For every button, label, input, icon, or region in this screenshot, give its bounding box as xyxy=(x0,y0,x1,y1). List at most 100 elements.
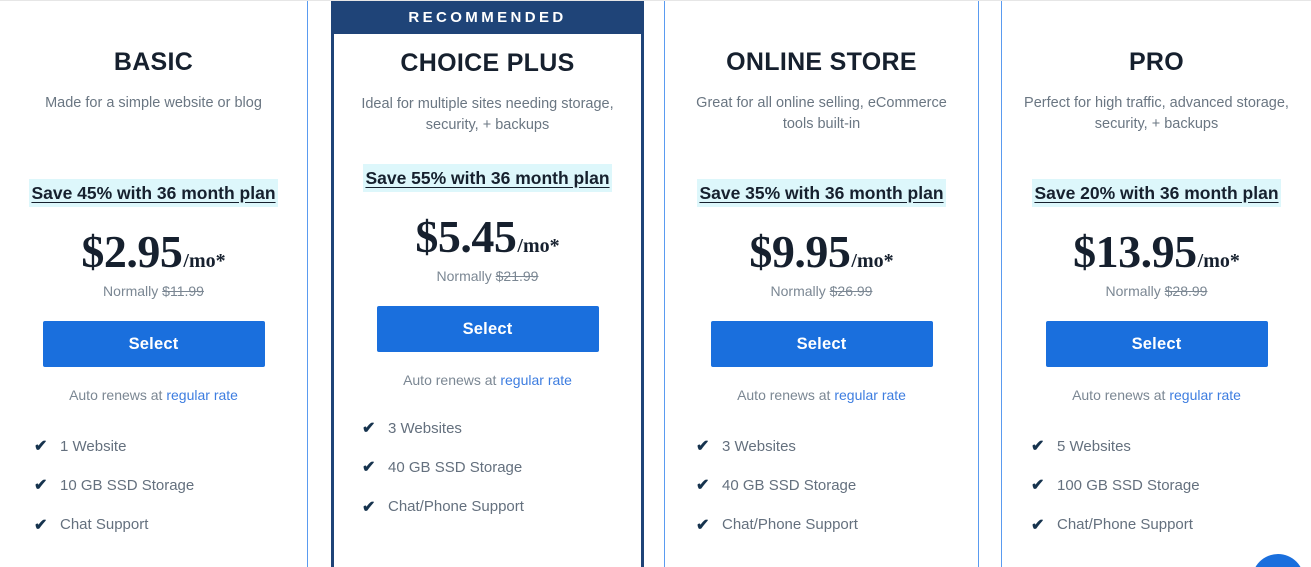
auto-renew-note: Auto renews at regular rate xyxy=(665,387,978,403)
feature-label: Chat/Phone Support xyxy=(1057,516,1193,534)
feature-label: Chat Support xyxy=(60,516,149,534)
list-item: ✔ 100 GB SSD Storage xyxy=(1031,476,1311,495)
save-badge[interactable]: Save 20% with 36 month plan xyxy=(1032,179,1281,208)
feature-label: 10 GB SSD Storage xyxy=(60,477,195,495)
select-button[interactable]: Select xyxy=(710,321,933,368)
plan-tagline: Perfect for high traffic, advanced stora… xyxy=(1024,95,1289,132)
check-icon: ✔ xyxy=(696,516,710,534)
feature-label: 100 GB SSD Storage xyxy=(1057,477,1200,495)
regular-rate-link[interactable]: regular rate xyxy=(1169,387,1241,403)
column-divider-1 xyxy=(307,1,308,567)
check-icon: ✔ xyxy=(34,516,48,534)
check-icon: ✔ xyxy=(696,477,710,495)
normally-label: Normally xyxy=(436,268,492,285)
list-item: ✔ 5 Websites xyxy=(1031,437,1311,456)
normal-price-line: Normally $26.99 xyxy=(665,283,978,299)
normal-price-line: Normally $11.99 xyxy=(0,283,307,299)
save-badge[interactable]: Save 45% with 36 month plan xyxy=(29,179,278,208)
price-amount: $9.95 xyxy=(749,226,851,278)
normally-label: Normally xyxy=(1105,283,1161,300)
price-row: $2.95 /mo* xyxy=(0,225,307,278)
price-amount: $5.45 xyxy=(415,211,517,263)
plan-tagline: Ideal for multiple sites needing storage… xyxy=(361,96,614,133)
list-item: ✔ 3 Websites xyxy=(696,437,978,456)
feature-label: 3 Websites xyxy=(722,437,796,455)
plan-card-choice-plus: RECOMMENDED CHOICE PLUS Ideal for multip… xyxy=(331,1,644,567)
list-item: ✔ Chat Support xyxy=(34,516,307,535)
plan-tagline: Great for all online selling, eCommerce … xyxy=(696,95,947,132)
feature-label: Chat/Phone Support xyxy=(722,516,858,534)
auto-renew-label: Auto renews at xyxy=(403,372,497,389)
list-item: ✔ Chat/Phone Support xyxy=(362,498,641,517)
check-icon: ✔ xyxy=(362,498,376,516)
price-amount: $2.95 xyxy=(81,226,183,278)
feature-label: 40 GB SSD Storage xyxy=(388,459,523,477)
normal-price-line: Normally $28.99 xyxy=(1002,283,1311,299)
save-badge-wrap: Save 20% with 36 month plan xyxy=(1002,179,1311,208)
normal-price-line: Normally $21.99 xyxy=(334,268,641,284)
regular-rate-link[interactable]: regular rate xyxy=(834,387,906,403)
auto-renew-label: Auto renews at xyxy=(1072,387,1166,404)
plan-name: ONLINE STORE xyxy=(726,48,917,76)
plan-tagline: Made for a simple website or blog xyxy=(45,95,262,111)
normally-label: Normally xyxy=(770,283,826,300)
check-icon: ✔ xyxy=(34,438,48,456)
auto-renew-note: Auto renews at regular rate xyxy=(334,372,641,388)
auto-renew-note: Auto renews at regular rate xyxy=(1002,387,1311,403)
select-button[interactable]: Select xyxy=(42,321,265,368)
check-icon: ✔ xyxy=(362,459,376,477)
check-icon: ✔ xyxy=(362,420,376,438)
select-button[interactable]: Select xyxy=(1045,321,1268,368)
check-icon: ✔ xyxy=(1031,438,1045,456)
normal-price: $28.99 xyxy=(1164,283,1208,300)
feature-label: Chat/Phone Support xyxy=(388,498,524,516)
price-amount: $13.95 xyxy=(1073,226,1197,278)
feature-list: ✔ 1 Website ✔ 10 GB SSD Storage ✔ Chat S… xyxy=(0,437,307,535)
auto-renew-label: Auto renews at xyxy=(737,387,831,404)
price-period: /mo* xyxy=(1197,250,1240,273)
auto-renew-note: Auto renews at regular rate xyxy=(0,387,307,403)
price-period: /mo* xyxy=(517,235,560,258)
list-item: ✔ Chat/Phone Support xyxy=(1031,516,1311,535)
feature-list: ✔ 5 Websites ✔ 100 GB SSD Storage ✔ Chat… xyxy=(1002,437,1311,535)
column-divider-3 xyxy=(978,1,979,567)
save-badge[interactable]: Save 35% with 36 month plan xyxy=(697,179,946,208)
plan-card-online-store: ONLINE STORE Great for all online sellin… xyxy=(665,1,978,567)
feature-label: 40 GB SSD Storage xyxy=(722,477,857,495)
check-icon: ✔ xyxy=(1031,516,1045,534)
save-badge[interactable]: Save 55% with 36 month plan xyxy=(363,164,612,193)
check-icon: ✔ xyxy=(696,438,710,456)
pricing-table: BASIC Made for a simple website or blog … xyxy=(0,0,1311,567)
list-item: ✔ 1 Website xyxy=(34,437,307,456)
price-period: /mo* xyxy=(183,250,226,273)
list-item: ✔ 10 GB SSD Storage xyxy=(34,476,307,495)
price-row: $5.45 /mo* xyxy=(334,210,641,263)
recommended-badge: RECOMMENDED xyxy=(334,1,641,34)
price-period: /mo* xyxy=(851,250,894,273)
feature-label: 5 Websites xyxy=(1057,437,1131,455)
normal-price: $21.99 xyxy=(495,268,539,285)
check-icon: ✔ xyxy=(34,477,48,495)
list-item: ✔ 3 Websites xyxy=(362,419,641,438)
normally-label: Normally xyxy=(103,283,159,300)
normal-price: $11.99 xyxy=(162,283,204,300)
feature-label: 1 Website xyxy=(60,437,127,455)
list-item: ✔ 40 GB SSD Storage xyxy=(696,476,978,495)
save-badge-wrap: Save 55% with 36 month plan xyxy=(334,164,641,193)
regular-rate-link[interactable]: regular rate xyxy=(166,387,238,403)
save-badge-wrap: Save 45% with 36 month plan xyxy=(0,179,307,208)
auto-renew-label: Auto renews at xyxy=(69,387,163,404)
select-button[interactable]: Select xyxy=(376,306,599,353)
list-item: ✔ Chat/Phone Support xyxy=(696,516,978,535)
plan-card-pro: PRO Perfect for high traffic, advanced s… xyxy=(1002,1,1311,567)
price-row: $9.95 /mo* xyxy=(665,225,978,278)
plan-name: BASIC xyxy=(113,48,194,76)
regular-rate-link[interactable]: regular rate xyxy=(500,372,572,388)
feature-list: ✔ 3 Websites ✔ 40 GB SSD Storage ✔ Chat/… xyxy=(334,419,641,517)
plan-name: CHOICE PLUS xyxy=(400,49,575,77)
save-badge-wrap: Save 35% with 36 month plan xyxy=(665,179,978,208)
price-row: $13.95 /mo* xyxy=(1002,225,1311,278)
plan-card-basic: BASIC Made for a simple website or blog … xyxy=(0,1,307,567)
plan-name: PRO xyxy=(1128,48,1185,76)
check-icon: ✔ xyxy=(1031,477,1045,495)
